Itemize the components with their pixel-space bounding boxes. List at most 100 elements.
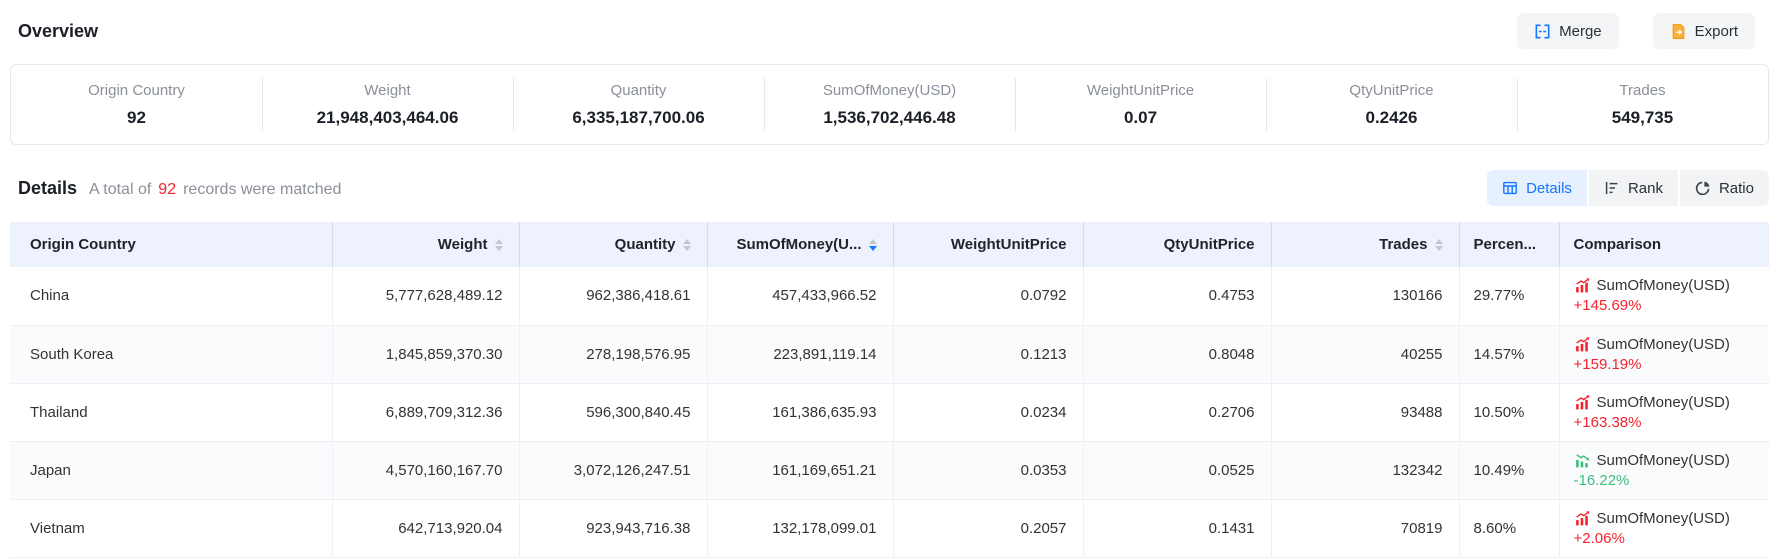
comparison-delta: +2.06% (1574, 530, 1764, 547)
column-label: Comparison (1574, 236, 1662, 253)
cell-origin-country: Thailand (10, 383, 332, 441)
merge-icon (1534, 23, 1551, 40)
cell-qty-unit-price: 0.8048 (1083, 325, 1271, 383)
cell-comparison: SumOfMoney(USD) +159.19% (1559, 325, 1769, 383)
top-actions: Merge Export (1517, 13, 1755, 49)
trend-down-chart-icon (1574, 452, 1591, 469)
merge-button-label: Merge (1559, 23, 1602, 40)
cell-sum-of-money: 457,433,966.52 (707, 267, 893, 325)
cell-sum-of-money: 161,386,635.93 (707, 383, 893, 441)
cell-weight: 6,889,709,312.36 (332, 383, 519, 441)
column-label: Origin Country (30, 236, 136, 253)
cell-percent: 29.77% (1459, 267, 1559, 325)
column-label: Percen... (1474, 236, 1537, 253)
table-row[interactable]: Thailand 6,889,709,312.36 596,300,840.45… (10, 383, 1769, 441)
cell-qty-unit-price: 0.1431 (1083, 499, 1271, 557)
trend-up-chart-icon (1574, 277, 1591, 294)
cell-sum-of-money: 223,891,119.14 (707, 325, 893, 383)
cell-qty-unit-price: 0.0525 (1083, 441, 1271, 499)
rank-icon (1604, 180, 1620, 196)
column-header-quantity[interactable]: Quantity (519, 222, 707, 267)
comparison-metric-label: SumOfMoney(USD) (1597, 336, 1730, 353)
column-label: SumOfMoney(U... (736, 236, 861, 253)
comparison-indicator: SumOfMoney(USD) +2.06% (1574, 510, 1764, 547)
details-table: Origin Country Weight Quantity SumOfMone… (10, 222, 1769, 558)
sort-icon-active-desc[interactable] (869, 239, 877, 251)
trend-up-chart-icon (1574, 394, 1591, 411)
table-row[interactable]: China 5,777,628,489.12 962,386,418.61 45… (10, 267, 1769, 325)
cell-weight-unit-price: 0.0353 (893, 441, 1083, 499)
cell-percent: 14.57% (1459, 325, 1559, 383)
tab-ratio[interactable]: Ratio (1680, 170, 1769, 206)
comparison-delta: +145.69% (1574, 297, 1764, 314)
stat-quantity: Quantity 6,335,187,700.06 (513, 65, 764, 144)
column-label: Trades (1379, 236, 1427, 253)
column-label: QtyUnitPrice (1164, 236, 1255, 253)
cell-percent: 10.50% (1459, 383, 1559, 441)
cell-origin-country: Japan (10, 441, 332, 499)
cell-weight-unit-price: 0.2057 (893, 499, 1083, 557)
cell-qty-unit-price: 0.4753 (1083, 267, 1271, 325)
cell-qty-unit-price: 0.2706 (1083, 383, 1271, 441)
tab-details-label: Details (1526, 180, 1572, 197)
cell-origin-country: South Korea (10, 325, 332, 383)
table-header: Origin Country Weight Quantity SumOfMone… (10, 222, 1769, 267)
sort-icon[interactable] (1435, 239, 1443, 251)
cell-percent: 10.49% (1459, 441, 1559, 499)
match-prefix: A total of (89, 181, 151, 198)
column-header-trades[interactable]: Trades (1271, 222, 1459, 267)
column-label: WeightUnitPrice (951, 236, 1067, 253)
view-switcher: Details Rank Ratio (1487, 170, 1769, 206)
cell-weight-unit-price: 0.1213 (893, 325, 1083, 383)
table-row[interactable]: Japan 4,570,160,167.70 3,072,126,247.51 … (10, 441, 1769, 499)
table-row[interactable]: Vietnam 642,713,920.04 923,943,716.38 13… (10, 499, 1769, 557)
ratio-icon (1695, 180, 1711, 196)
stat-qty-unit-price: QtyUnitPrice 0.2426 (1266, 65, 1517, 144)
cell-comparison: SumOfMoney(USD) +2.06% (1559, 499, 1769, 557)
stat-value: 21,948,403,464.06 (317, 108, 459, 128)
cell-quantity: 596,300,840.45 (519, 383, 707, 441)
table-body: China 5,777,628,489.12 962,386,418.61 45… (10, 267, 1769, 557)
page: Overview Merge (0, 0, 1779, 558)
merge-button[interactable]: Merge (1517, 13, 1619, 49)
export-button[interactable]: Export (1653, 13, 1755, 49)
sort-icon[interactable] (495, 239, 503, 251)
column-label: Quantity (615, 236, 676, 253)
column-header-weight[interactable]: Weight (332, 222, 519, 267)
comparison-indicator: SumOfMoney(USD) -16.22% (1574, 452, 1764, 489)
cell-weight: 5,777,628,489.12 (332, 267, 519, 325)
column-header-sum-of-money[interactable]: SumOfMoney(U... (707, 222, 893, 267)
tab-details[interactable]: Details (1487, 170, 1587, 206)
tab-rank[interactable]: Rank (1589, 170, 1678, 206)
page-title: Overview (18, 21, 98, 42)
stat-value: 1,536,702,446.48 (823, 108, 955, 128)
stat-label: Weight (364, 82, 410, 99)
comparison-metric-label: SumOfMoney(USD) (1597, 277, 1730, 294)
tab-rank-label: Rank (1628, 180, 1663, 197)
cell-weight-unit-price: 0.0234 (893, 383, 1083, 441)
cell-comparison: SumOfMoney(USD) -16.22% (1559, 441, 1769, 499)
cell-sum-of-money: 161,169,651.21 (707, 441, 893, 499)
stat-label: SumOfMoney(USD) (823, 82, 956, 99)
comparison-metric-label: SumOfMoney(USD) (1597, 394, 1730, 411)
cell-trades: 132342 (1271, 441, 1459, 499)
tab-ratio-label: Ratio (1719, 180, 1754, 197)
stat-weight: Weight 21,948,403,464.06 (262, 65, 513, 144)
comparison-indicator: SumOfMoney(USD) +163.38% (1574, 394, 1764, 431)
details-bar: Details A total of92records were matched… (18, 170, 1769, 206)
comparison-delta: -16.22% (1574, 472, 1764, 489)
cell-quantity: 278,198,576.95 (519, 325, 707, 383)
column-header-comparison: Comparison (1559, 222, 1769, 267)
stat-value: 0.07 (1124, 108, 1157, 128)
cell-quantity: 923,943,716.38 (519, 499, 707, 557)
sort-icon[interactable] (683, 239, 691, 251)
stat-origin-country: Origin Country 92 (11, 65, 262, 144)
stat-label: WeightUnitPrice (1087, 82, 1194, 99)
table-row[interactable]: South Korea 1,845,859,370.30 278,198,576… (10, 325, 1769, 383)
match-suffix: records were matched (183, 181, 341, 198)
cell-trades: 93488 (1271, 383, 1459, 441)
column-header-weight-unit-price: WeightUnitPrice (893, 222, 1083, 267)
cell-trades: 70819 (1271, 499, 1459, 557)
stat-weight-unit-price: WeightUnitPrice 0.07 (1015, 65, 1266, 144)
cell-sum-of-money: 132,178,099.01 (707, 499, 893, 557)
